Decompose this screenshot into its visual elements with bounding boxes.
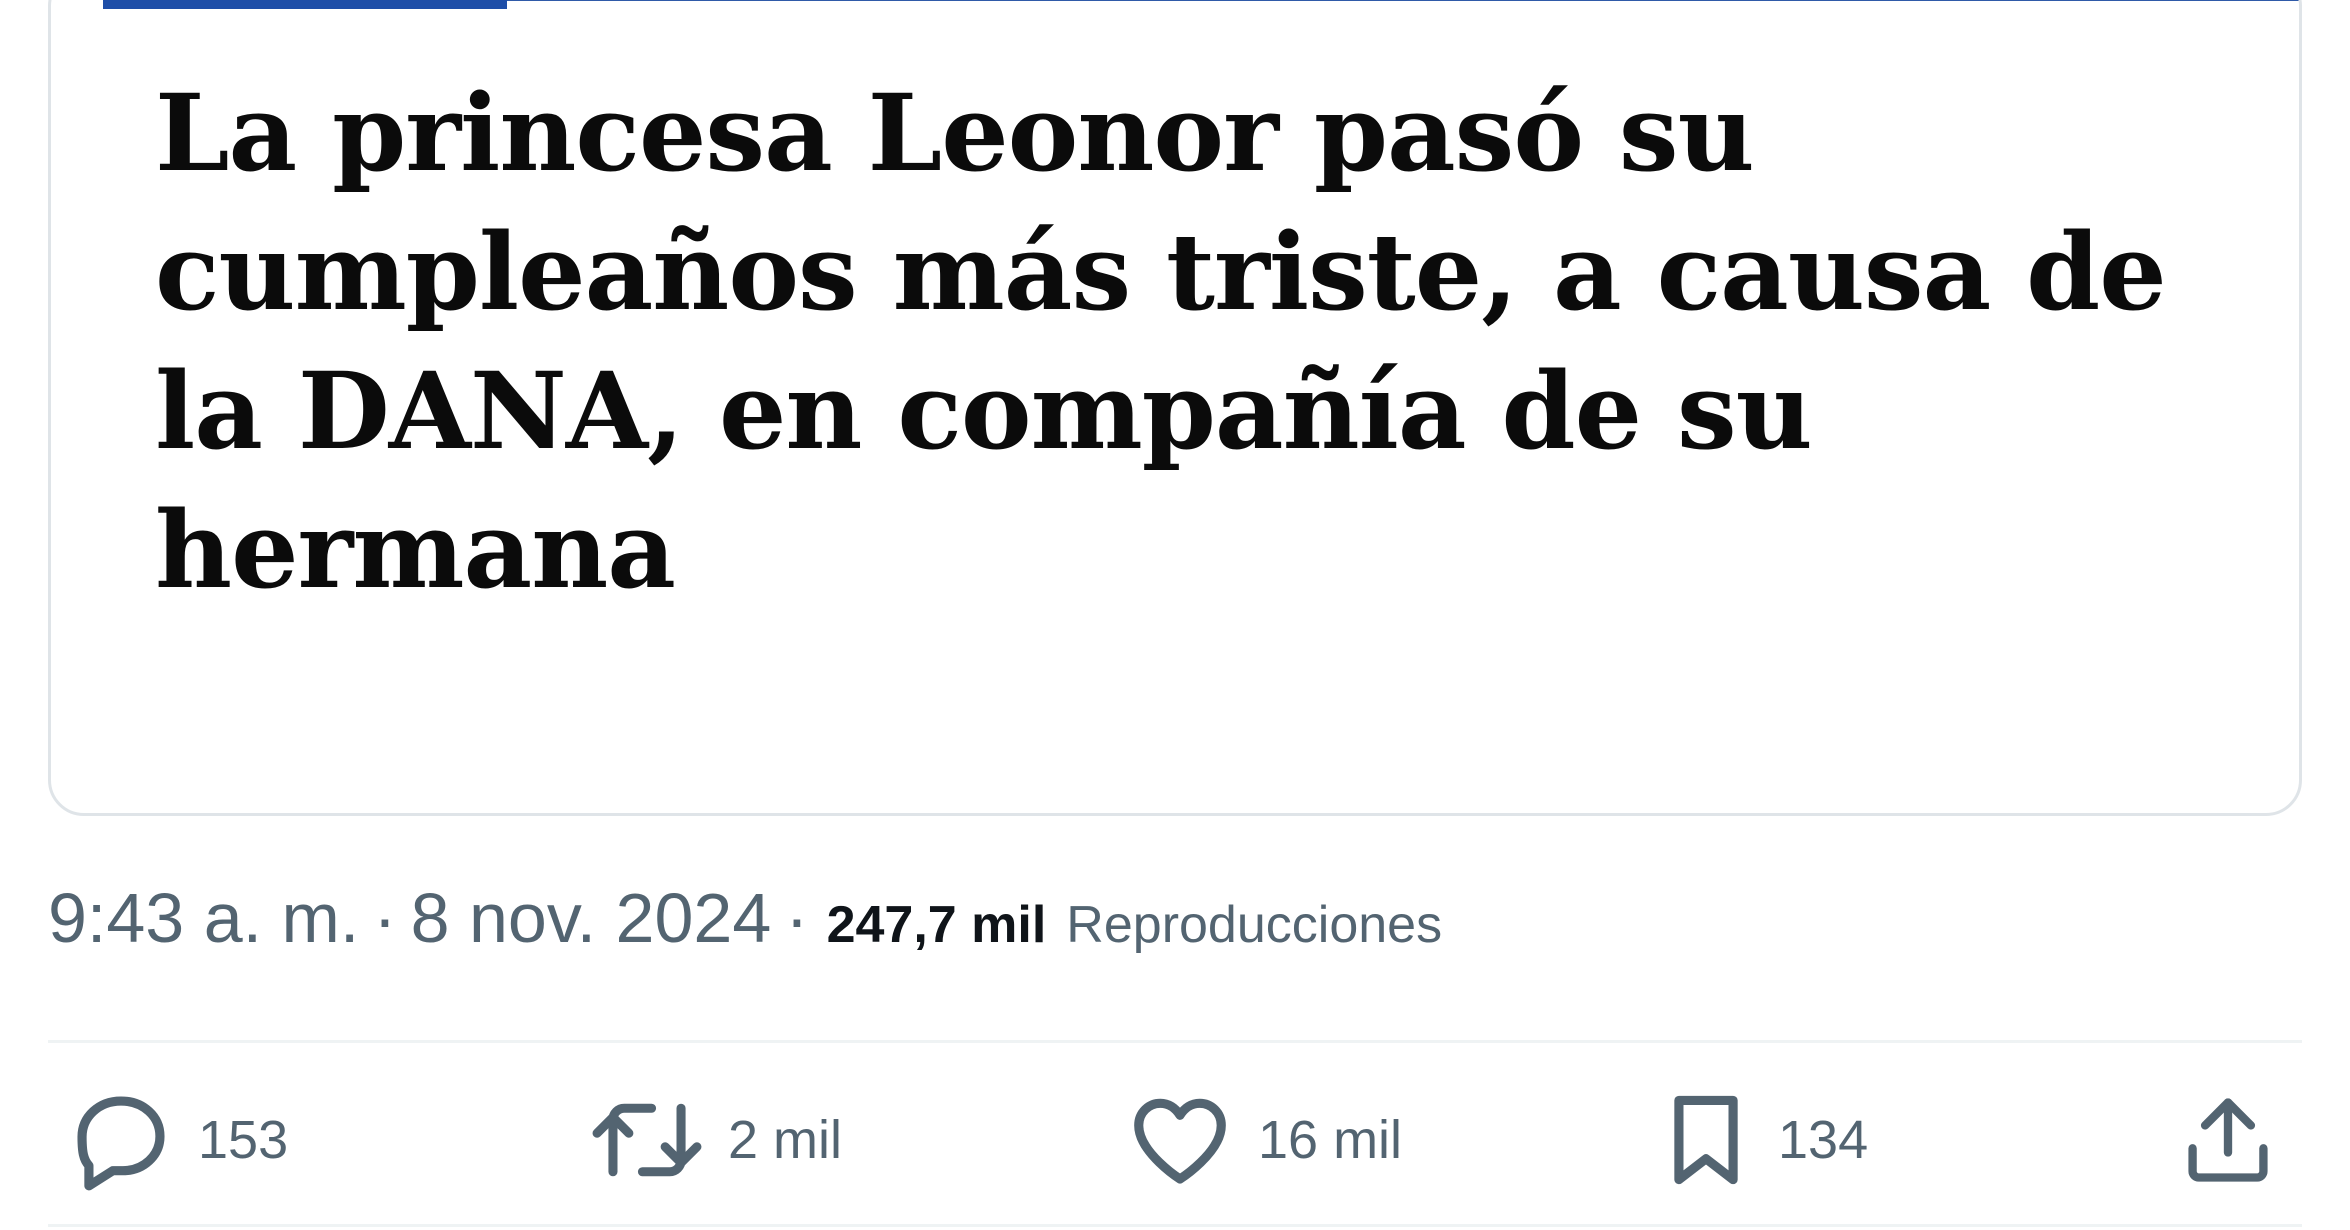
retweet-count: 2 mil [728,1110,843,1170]
meta-separator: · [373,879,397,957]
bookmark-button[interactable]: 134 [1656,1080,1868,1200]
like-count: 16 mil [1258,1110,1403,1170]
share-button[interactable] [2178,1080,2278,1200]
tweet-date[interactable]: 8 nov. 2024 [411,878,772,958]
action-bar: 153 2 mil 16 mil 134 [0,1080,2350,1200]
retweet-button[interactable]: 2 mil [588,1080,842,1200]
article-headline[interactable]: La princesa Leonor pasó su cumpleaños má… [155,63,2275,619]
tweet-time[interactable]: 9:43 a. m. [48,878,359,958]
like-button[interactable]: 16 mil [1124,1080,1402,1200]
reply-count: 153 [198,1110,289,1170]
share-icon [2178,1085,2278,1195]
heart-icon [1124,1085,1236,1195]
reply-button[interactable]: 153 [66,1080,288,1200]
retweet-icon [588,1085,706,1195]
progress-bar [103,0,507,9]
link-preview-card[interactable]: La princesa Leonor pasó su cumpleaños má… [48,0,2302,816]
views-count[interactable]: 247,7 mil [827,895,1047,955]
bookmark-count: 134 [1778,1110,1869,1170]
divider [48,1224,2302,1227]
bookmark-icon [1656,1084,1756,1196]
meta-separator: · [785,879,809,957]
tweet-metadata: 9:43 a. m. · 8 nov. 2024 · 247,7 mil Rep… [48,878,1442,968]
views-label[interactable]: Reproducciones [1066,895,1442,955]
divider [48,1040,2302,1043]
reply-icon [66,1085,176,1195]
